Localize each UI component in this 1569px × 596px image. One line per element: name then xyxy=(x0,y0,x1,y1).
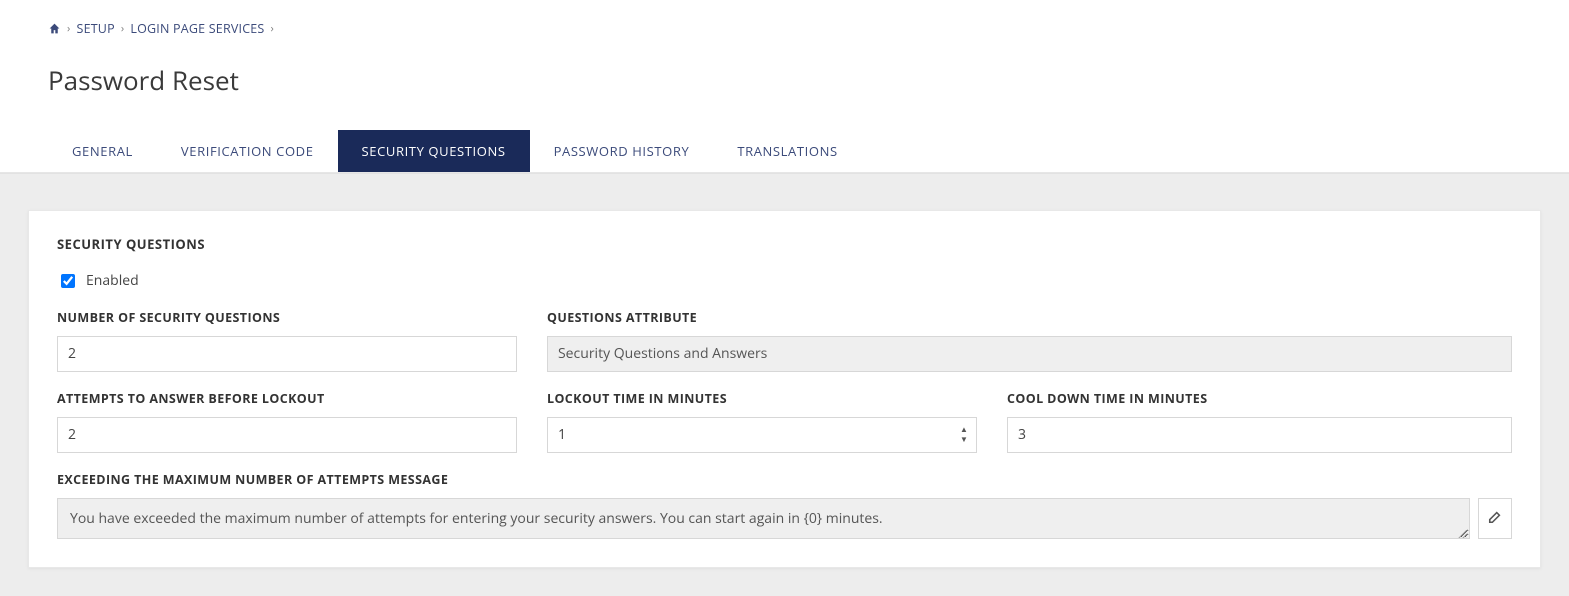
exceed-message-text: You have exceeded the maximum number of … xyxy=(70,509,883,528)
enabled-row: Enabled xyxy=(57,271,1512,291)
content-canvas: SECURITY QUESTIONS Enabled NUMBER OF SEC… xyxy=(0,173,1569,596)
edit-icon xyxy=(1488,510,1502,527)
row-1: NUMBER OF SECURITY QUESTIONS QUESTIONS A… xyxy=(57,309,1512,372)
breadcrumb: › SETUP › LOGIN PAGE SERVICES › xyxy=(0,0,1569,41)
security-questions-panel: SECURITY QUESTIONS Enabled NUMBER OF SEC… xyxy=(28,210,1541,568)
field-num-questions: NUMBER OF SECURITY QUESTIONS xyxy=(57,309,517,372)
tab-translations[interactable]: TRANSLATIONS xyxy=(713,130,861,172)
cooldown-minutes-label: COOL DOWN TIME IN MINUTES xyxy=(1007,390,1512,407)
tab-password-history[interactable]: PASSWORD HISTORY xyxy=(530,130,714,172)
field-questions-attribute: QUESTIONS ATTRIBUTE Security Questions a… xyxy=(547,309,1512,372)
questions-attribute-label: QUESTIONS ATTRIBUTE xyxy=(547,309,1512,326)
breadcrumb-home[interactable] xyxy=(48,22,61,35)
cooldown-minutes-input[interactable] xyxy=(1007,417,1512,453)
lockout-minutes-label: LOCKOUT TIME IN MINUTES xyxy=(547,390,977,407)
home-icon xyxy=(48,22,61,35)
section-title: SECURITY QUESTIONS xyxy=(57,235,1512,253)
edit-message-button[interactable] xyxy=(1478,498,1512,539)
page-title: Password Reset xyxy=(0,58,1569,112)
breadcrumb-login-page-services[interactable]: LOGIN PAGE SERVICES xyxy=(130,20,264,37)
tab-general[interactable]: GENERAL xyxy=(48,130,157,172)
row-2: ATTEMPTS TO ANSWER BEFORE LOCKOUT LOCKOU… xyxy=(57,390,1512,453)
tabs: GENERAL VERIFICATION CODE SECURITY QUEST… xyxy=(0,130,1569,173)
exceed-message-textarea[interactable]: You have exceeded the maximum number of … xyxy=(57,498,1470,539)
tab-security-questions[interactable]: SECURITY QUESTIONS xyxy=(338,130,530,172)
tab-verification-code[interactable]: VERIFICATION CODE xyxy=(157,130,338,172)
attempts-before-lockout-label: ATTEMPTS TO ANSWER BEFORE LOCKOUT xyxy=(57,390,517,407)
breadcrumb-setup[interactable]: SETUP xyxy=(77,20,115,37)
page-root: › SETUP › LOGIN PAGE SERVICES › Password… xyxy=(0,0,1569,596)
num-questions-input[interactable] xyxy=(57,336,517,372)
lockout-minutes-input[interactable] xyxy=(547,417,977,453)
chevron-right-icon: › xyxy=(270,21,274,36)
field-cooldown-minutes: COOL DOWN TIME IN MINUTES xyxy=(1007,390,1512,453)
chevron-right-icon: › xyxy=(67,21,71,36)
enabled-label[interactable]: Enabled xyxy=(86,271,139,290)
attempts-before-lockout-input[interactable] xyxy=(57,417,517,453)
num-questions-label: NUMBER OF SECURITY QUESTIONS xyxy=(57,309,517,326)
field-lockout-minutes: LOCKOUT TIME IN MINUTES ▲▼ xyxy=(547,390,977,453)
questions-attribute-input[interactable]: Security Questions and Answers xyxy=(547,336,1512,372)
field-exceed-message: EXCEEDING THE MAXIMUM NUMBER OF ATTEMPTS… xyxy=(57,471,1512,539)
exceed-message-label: EXCEEDING THE MAXIMUM NUMBER OF ATTEMPTS… xyxy=(57,471,1512,488)
chevron-right-icon: › xyxy=(121,21,125,36)
resize-handle-icon xyxy=(1457,526,1467,536)
field-attempts-before-lockout: ATTEMPTS TO ANSWER BEFORE LOCKOUT xyxy=(57,390,517,453)
enabled-checkbox[interactable] xyxy=(61,274,75,288)
